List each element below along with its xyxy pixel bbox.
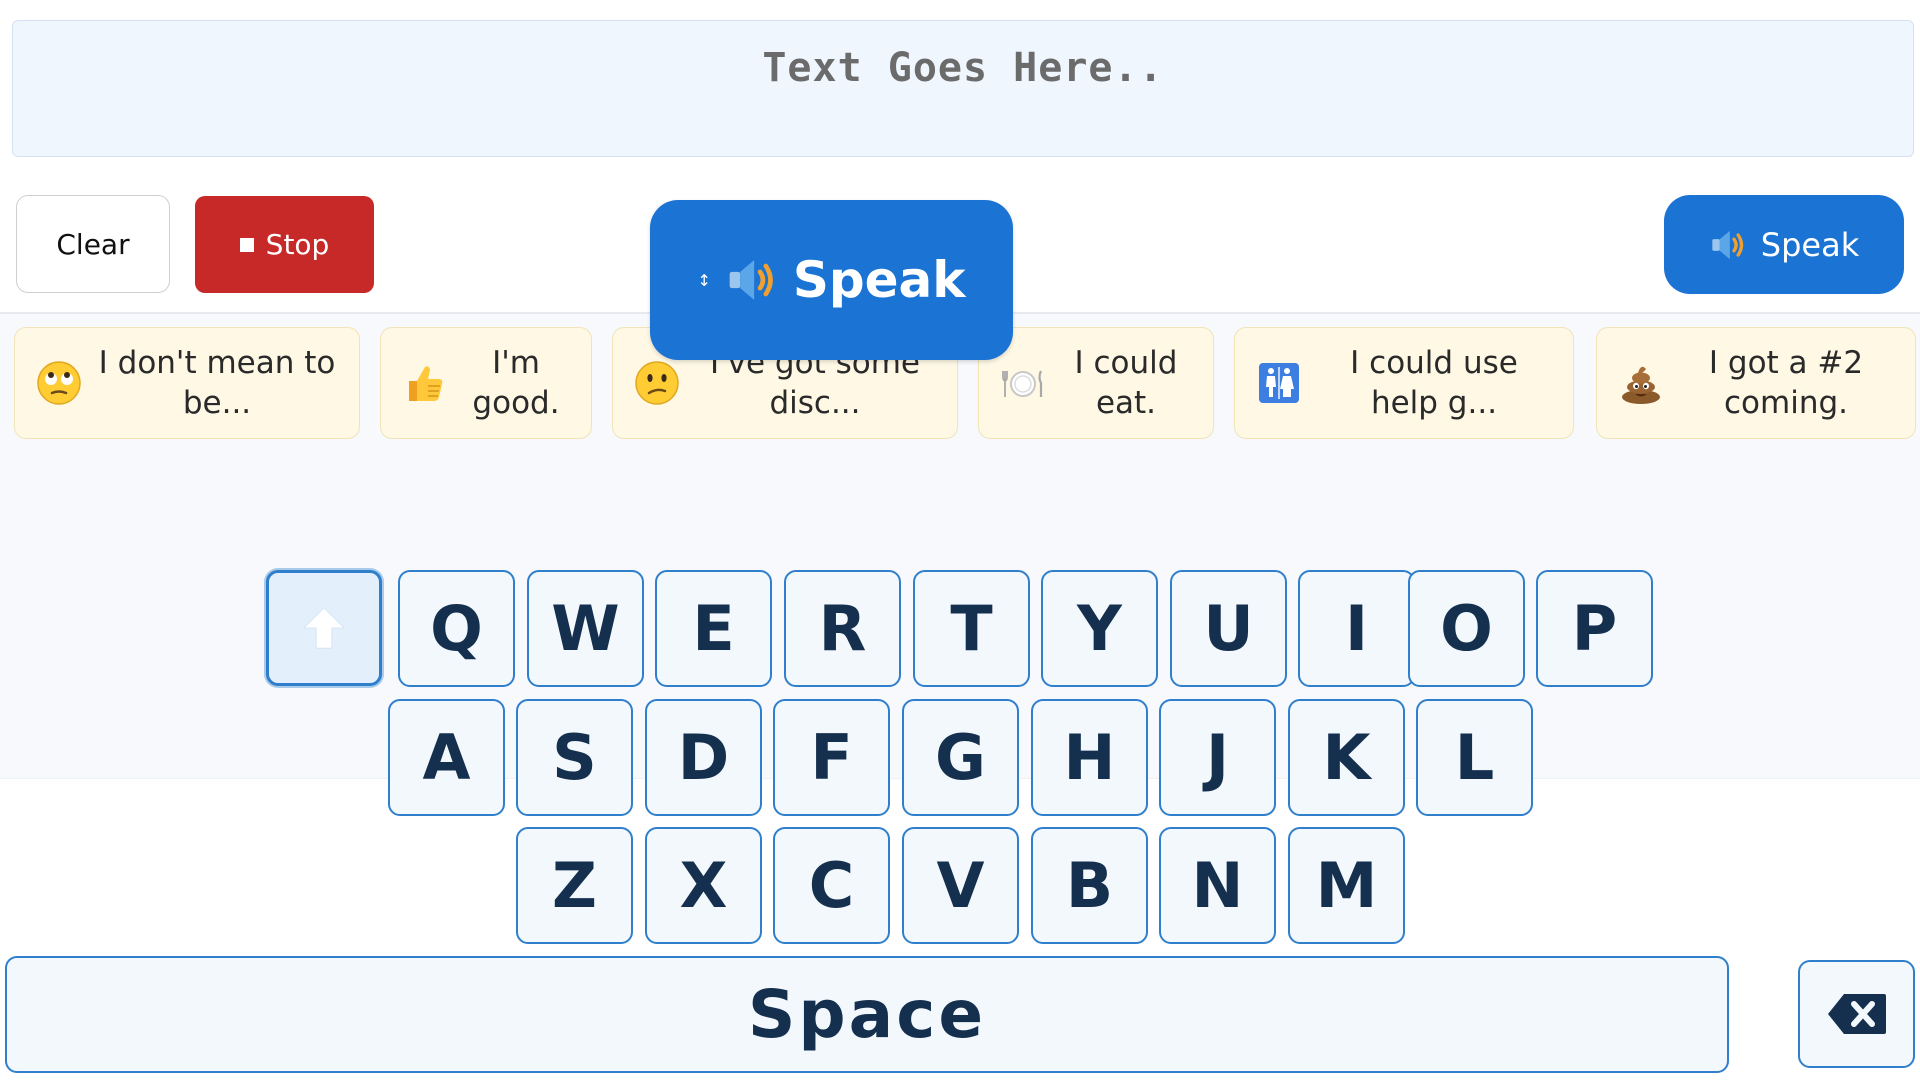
- key-label: N: [1191, 849, 1244, 922]
- clear-button-label: Clear: [56, 227, 130, 261]
- key-label: T: [950, 592, 993, 665]
- key-label: A: [422, 721, 471, 794]
- phrase-card-4[interactable]: I could use help g...: [1234, 327, 1574, 439]
- key-label: X: [679, 849, 728, 922]
- key-g[interactable]: G: [902, 699, 1019, 816]
- key-i[interactable]: I: [1298, 570, 1415, 687]
- key-label: E: [692, 592, 735, 665]
- phrase-text: I got a #2 coming.: [1708, 345, 1864, 421]
- phrase-card-5[interactable]: I got a #2 coming.: [1596, 327, 1916, 439]
- key-j[interactable]: J: [1159, 699, 1276, 816]
- key-l[interactable]: L: [1416, 699, 1533, 816]
- key-u[interactable]: U: [1170, 570, 1287, 687]
- poop-emoji-icon: [1622, 366, 1660, 404]
- key-label: M: [1315, 849, 1378, 922]
- key-k[interactable]: K: [1288, 699, 1405, 816]
- drag-handle-icon[interactable]: ↕: [697, 271, 710, 290]
- phrase-text: I'm good.: [472, 345, 560, 421]
- key-label: W: [551, 592, 620, 665]
- key-label: V: [936, 849, 985, 922]
- arrow-up-icon: [302, 606, 346, 649]
- key-s[interactable]: S: [516, 699, 633, 816]
- floating-speak-label: Speak: [792, 251, 966, 309]
- key-p[interactable]: P: [1536, 570, 1653, 687]
- plate-cutlery-emoji-icon: [1002, 370, 1043, 397]
- backspace-key[interactable]: [1798, 960, 1915, 1068]
- key-label: Q: [430, 592, 483, 665]
- phrase-text: I could eat.: [1074, 345, 1178, 421]
- key-label: F: [810, 721, 853, 794]
- key-label: O: [1440, 592, 1493, 665]
- thumbs-up-emoji-icon: [409, 366, 443, 401]
- key-v[interactable]: V: [902, 827, 1019, 944]
- key-label: G: [935, 721, 986, 794]
- phrase-text: I could use help g...: [1350, 345, 1518, 421]
- key-q[interactable]: Q: [398, 570, 515, 687]
- eye-roll-emoji-icon: [37, 361, 81, 405]
- backspace-icon: [1827, 994, 1886, 1034]
- key-label: L: [1454, 721, 1495, 794]
- key-o[interactable]: O: [1408, 570, 1525, 687]
- confused-face-emoji-icon: [635, 361, 679, 405]
- restroom-emoji-icon: [1259, 363, 1299, 403]
- key-x[interactable]: X: [645, 827, 762, 944]
- key-e[interactable]: E: [655, 570, 772, 687]
- key-label: U: [1203, 592, 1254, 665]
- speaker-icon: [1712, 230, 1743, 259]
- key-y[interactable]: Y: [1041, 570, 1158, 687]
- stop-square-icon: [239, 237, 254, 252]
- stop-button-label: Stop: [265, 228, 330, 261]
- key-m[interactable]: M: [1288, 827, 1405, 944]
- key-label: J: [1205, 721, 1230, 794]
- key-w[interactable]: W: [527, 570, 644, 687]
- key-label: P: [1571, 592, 1618, 665]
- key-label: Z: [552, 849, 597, 922]
- key-b[interactable]: B: [1031, 827, 1148, 944]
- text-display[interactable]: Text Goes Here..: [12, 20, 1914, 157]
- speaker-icon: [729, 260, 773, 300]
- key-t[interactable]: T: [913, 570, 1030, 687]
- shift-key[interactable]: [266, 570, 382, 686]
- speak-button-label: Speak: [1760, 225, 1860, 264]
- speak-button[interactable]: Speak: [1664, 195, 1904, 294]
- stop-button[interactable]: Stop: [195, 196, 374, 293]
- space-key-label: Space: [747, 976, 987, 1053]
- key-f[interactable]: F: [773, 699, 890, 816]
- key-c[interactable]: C: [773, 827, 890, 944]
- key-label: H: [1063, 721, 1116, 794]
- space-key[interactable]: Space: [5, 956, 1729, 1073]
- key-r[interactable]: R: [784, 570, 901, 687]
- key-z[interactable]: Z: [516, 827, 633, 944]
- phrase-card-3[interactable]: I could eat.: [978, 327, 1214, 439]
- key-label: R: [818, 592, 867, 665]
- key-n[interactable]: N: [1159, 827, 1276, 944]
- key-h[interactable]: H: [1031, 699, 1148, 816]
- key-label: C: [808, 849, 855, 922]
- floating-speak-button[interactable]: ↕ Speak: [650, 200, 1013, 360]
- key-label: B: [1065, 849, 1114, 922]
- text-display-placeholder: Text Goes Here..: [762, 45, 1164, 91]
- phrase-text: I don't mean to be...: [98, 345, 336, 421]
- clear-button[interactable]: Clear: [16, 195, 170, 293]
- key-label: K: [1322, 721, 1371, 794]
- key-a[interactable]: A: [388, 699, 505, 816]
- key-label: Y: [1077, 592, 1122, 665]
- key-label: I: [1344, 592, 1369, 665]
- phrase-card-1[interactable]: I'm good.: [380, 327, 592, 439]
- key-label: S: [552, 721, 597, 794]
- key-d[interactable]: D: [645, 699, 762, 816]
- key-label: D: [677, 721, 730, 794]
- phrase-card-0[interactable]: I don't mean to be...: [14, 327, 360, 439]
- aac-app: Text Goes Here.. Clear Stop ↕ Speak Spea…: [0, 0, 1920, 1080]
